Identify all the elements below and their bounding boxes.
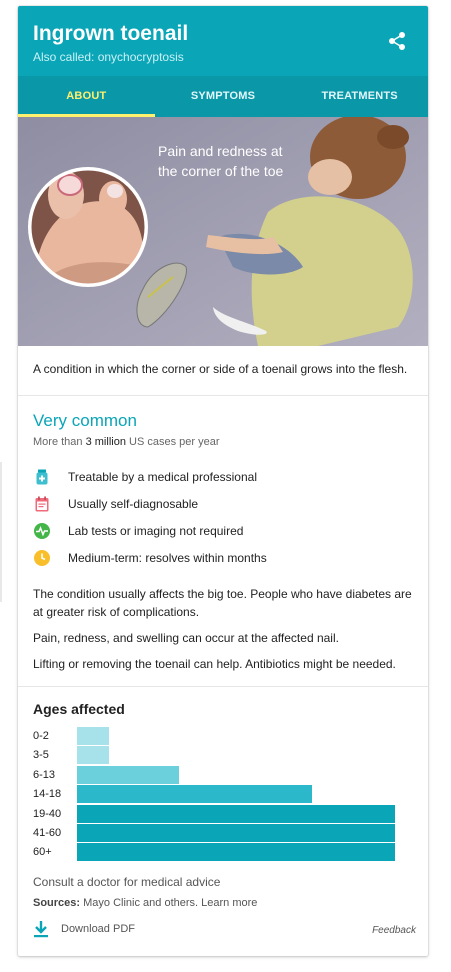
fact-self-diagnosable: Usually self-diagnosable (33, 490, 413, 517)
consult-notice: Consult a doctor for medical advice (33, 875, 221, 889)
sources-line: Sources: Mayo Clinic and others. Learn m… (33, 897, 413, 909)
tab-symptoms[interactable]: SYMPTOMS (155, 76, 292, 117)
overview-paragraph: The condition usually affects the big to… (33, 587, 412, 619)
fact-label: Medium-term: resolves within months (68, 550, 267, 565)
download-pdf-label: Download PDF (61, 923, 135, 935)
age-bar (77, 785, 313, 804)
share-icon (389, 32, 405, 50)
prevalence-section: Very common More than 3 million US cases… (18, 396, 428, 673)
fact-duration: Medium-term: resolves within months (33, 544, 413, 571)
page-edge-divider (0, 462, 2, 602)
fact-no-lab-tests: Lab tests or imaging not required (33, 517, 413, 544)
age-bar (77, 824, 395, 842)
age-bar (77, 804, 395, 823)
calendar-icon (35, 496, 49, 511)
age-bar-row: 60+ (33, 843, 413, 862)
age-bar (77, 843, 395, 862)
age-bar (77, 746, 109, 765)
medicine-bottle-icon (36, 469, 48, 484)
age-bar-label: 60+ (33, 846, 52, 859)
share-button[interactable] (386, 30, 408, 52)
panel-header: Ingrown toenail Also called: onychocrypt… (18, 6, 428, 76)
age-bar-row: 41-60 (33, 824, 413, 842)
age-bar (77, 727, 109, 745)
prevalence-title: Very common (33, 411, 137, 430)
illustration-caption: Pain and redness at the corner of the to… (158, 143, 284, 179)
fact-label: Usually self-diagnosable (68, 496, 199, 511)
ages-section: Ages affected 0-2 3-5 6-13 14-18 19-40 41-60 6… (18, 687, 428, 909)
condition-alias: Also called: onychocryptosis (33, 50, 184, 64)
age-bar-row: 14-18 (33, 785, 413, 804)
clock-icon (34, 549, 50, 566)
prevalence-suffix: US cases per year (125, 436, 220, 448)
tab-treatments[interactable]: TREATMENTS (291, 76, 428, 117)
age-bar-row: 6-13 (33, 765, 413, 784)
ages-title: Ages affected (33, 701, 125, 717)
download-pdf-button[interactable]: Download PDF (33, 920, 135, 938)
sources-label: Sources: (33, 897, 81, 909)
pulse-icon (34, 522, 50, 539)
age-bar-row: 19-40 (33, 804, 413, 823)
prevalence-subtitle: More than 3 million US cases per year (33, 436, 413, 448)
age-bar-label: 6-13 (33, 768, 56, 781)
knowledge-panel-card: Ingrown toenail Also called: onychocrypt… (18, 6, 428, 956)
age-bar-label: 3-5 (33, 749, 49, 762)
feedback-link[interactable]: Feedback (372, 925, 416, 936)
age-bar (77, 765, 179, 784)
fact-label: Treatable by a medical professional (68, 469, 257, 484)
download-icon (34, 921, 48, 938)
age-bar-row: 3-5 (33, 746, 413, 765)
age-bar-label: 19-40 (33, 807, 62, 820)
tab-bar: ABOUT SYMPTOMS TREATMENTS (18, 76, 428, 117)
sources-link[interactable]: Mayo Clinic and others. Learn more (80, 897, 257, 909)
ages-bar-chart: 0-2 3-5 6-13 14-18 19-40 41-60 60+ (33, 727, 413, 863)
prevalence-prefix: More than (33, 436, 86, 448)
fact-label: Lab tests or imaging not required (68, 523, 244, 538)
age-bar-row: 0-2 (33, 727, 413, 745)
condition-description: A condition in which the corner or side … (18, 346, 428, 396)
facts-list: Treatable by a medical professional Usua… (33, 463, 413, 571)
condition-title: Ingrown toenail (33, 22, 189, 45)
panel-footer: Download PDF Feedback (33, 920, 416, 942)
condition-illustration: Pain and redness at the corner of the to… (18, 117, 428, 346)
age-bar-label: 0-2 (33, 730, 49, 742)
prevalence-count: 3 million (85, 436, 126, 448)
symptoms-paragraph: Pain, redness, and swelling can occur at… (33, 631, 339, 645)
age-bar-label: 41-60 (33, 827, 62, 839)
tab-about[interactable]: ABOUT (18, 76, 155, 117)
age-bar-label: 14-18 (33, 788, 62, 801)
fact-treatable: Treatable by a medical professional (33, 463, 413, 490)
treatment-paragraph: Lifting or removing the toenail can help… (33, 657, 396, 671)
